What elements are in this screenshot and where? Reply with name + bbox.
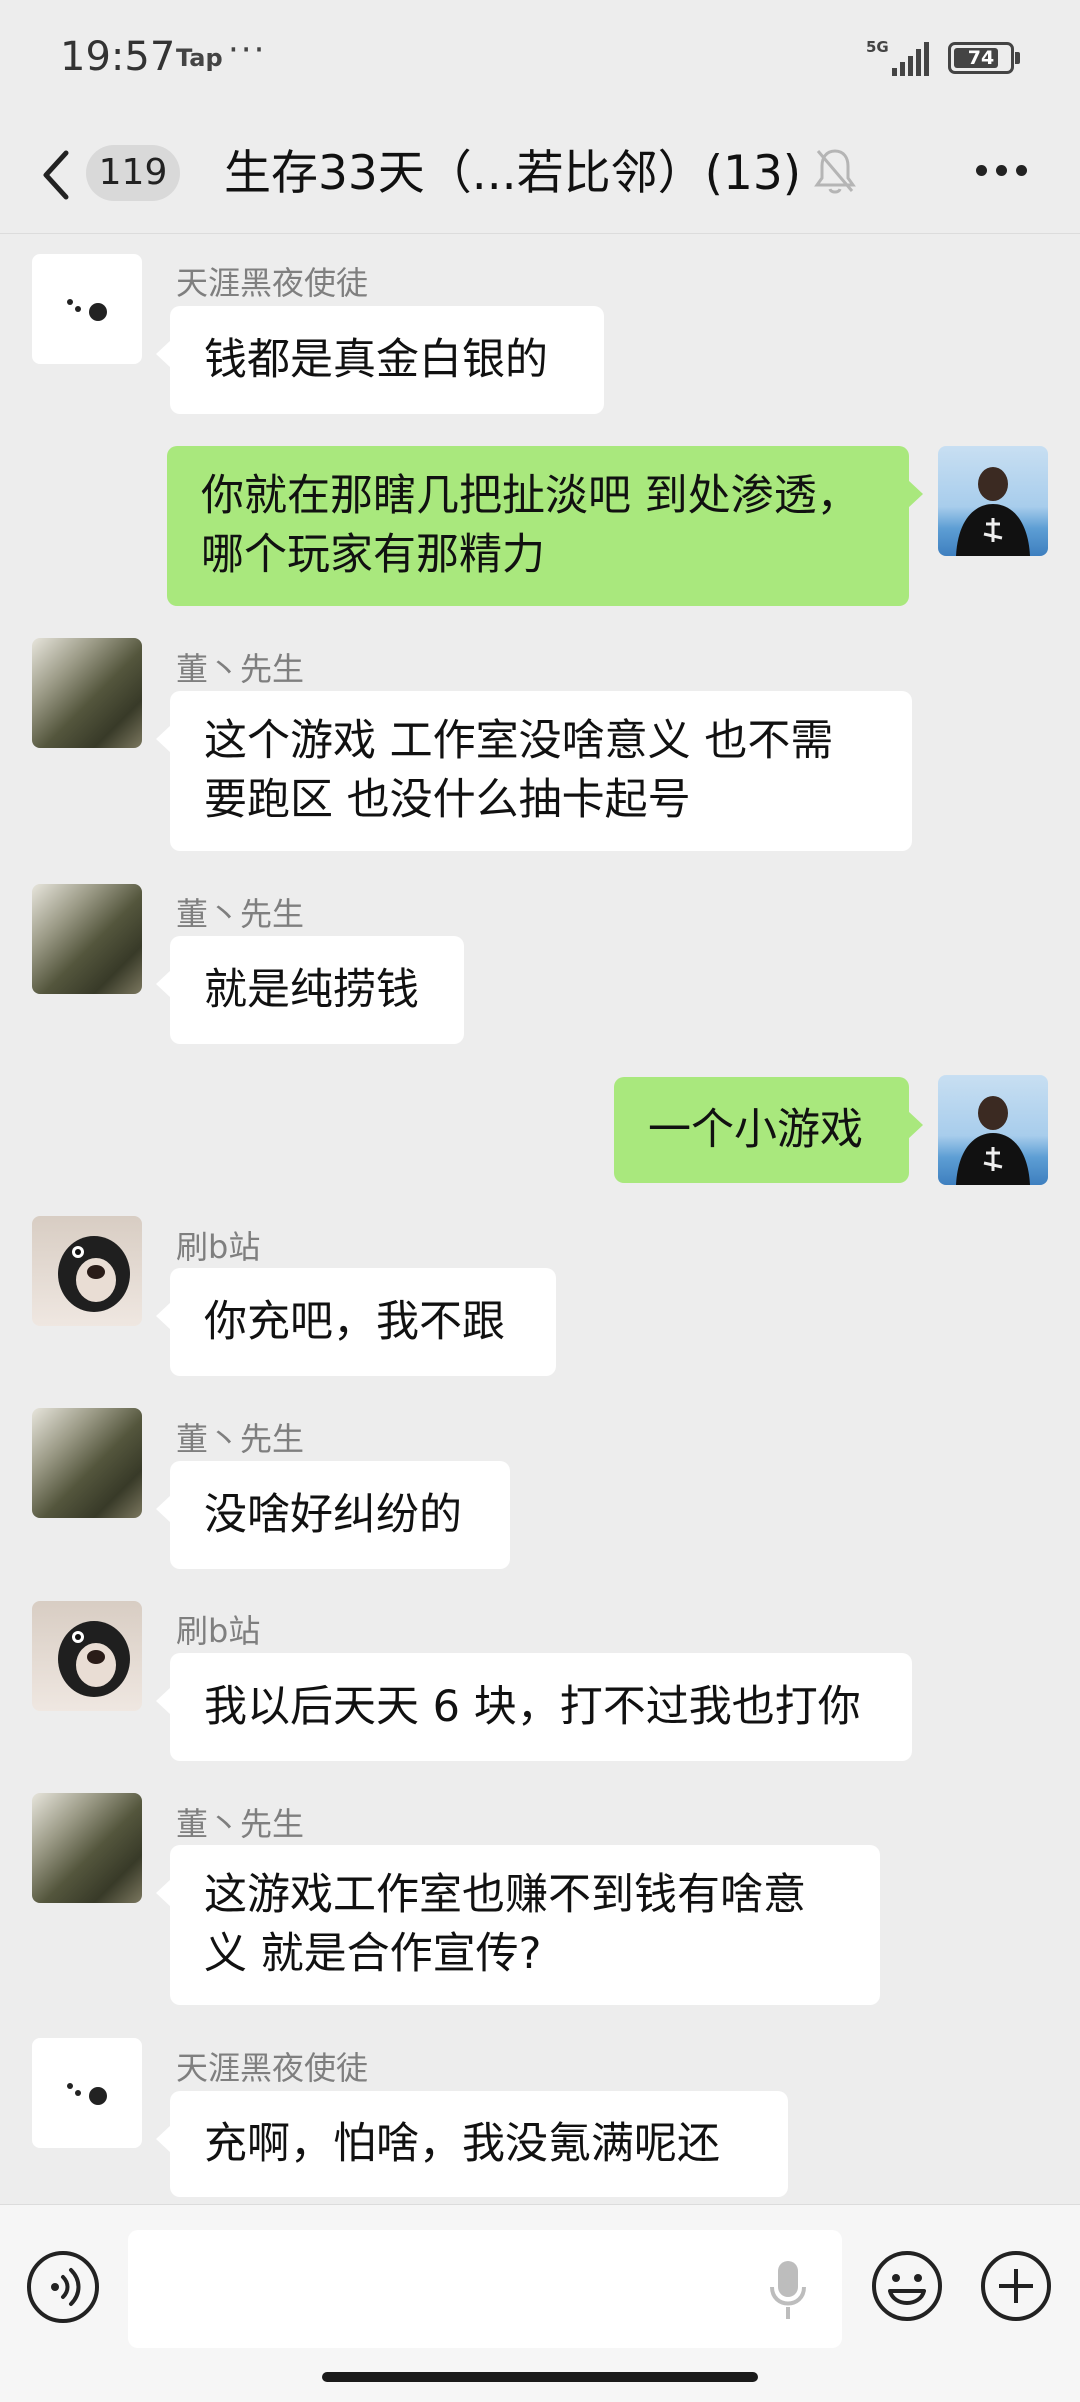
message-bubble[interactable]: 就是纯捞钱 [156,936,464,1044]
message-text: 义 就是合作宣传? [204,1929,542,1979]
message-bubble[interactable]: 充啊，怕啥，我没氪满呢还 [156,2091,788,2197]
sender-avatar[interactable] [32,638,142,748]
sender-name: 董丶先生 [176,1420,305,1458]
message-bubble[interactable]: 你充吧，我不跟 [156,1268,556,1376]
message-text: 一个小游戏 [648,1104,863,1155]
chat-title: 生存33天（...若比邻）(13) [224,146,802,201]
status-bar: 19:57 Tap ··· 5G 74 [0,0,1080,115]
emoji-icon[interactable] [870,2249,944,2323]
message-bubble[interactable]: 这游戏工作室也赚不到钱有啥意 义 就是合作宣传? [156,1845,880,2005]
sender-avatar[interactable] [32,1793,142,1903]
message-bubble[interactable]: 我以后天天 6 块，打不过我也打你 [156,1653,912,1761]
message-bubble[interactable]: 钱都是真金白银的 [156,306,604,414]
dog-avatar-image [58,1236,130,1312]
sender-name: 刷b站 [176,1612,261,1650]
message-text: 没啥好纠纷的 [204,1489,462,1540]
message-text: 这个游戏 工作室没啥意义 也不需 [204,716,834,766]
sender-name: 天涯黑夜使徒 [176,2049,369,2087]
self-avatar[interactable] [938,446,1048,556]
status-time: 19:57 [60,34,176,80]
microphone-icon[interactable] [768,2257,808,2323]
sender-avatar[interactable] [32,1408,142,1518]
message-bubble[interactable]: 这个游戏 工作室没啥意义 也不需 要跑区 也没什么抽卡起号 [156,691,912,851]
message-bubble[interactable]: 没啥好纠纷的 [156,1461,510,1569]
self-avatar-image [956,467,1030,556]
message-text: 充啊，怕啥，我没氪满呢还 [204,2118,720,2169]
sender-name: 董丶先生 [176,895,305,933]
battery-level: 74 [967,47,995,69]
sender-name: 刷b站 [176,1228,261,1266]
message-text: 这游戏工作室也赚不到钱有啥意 [204,1870,806,1920]
more-icon[interactable] [976,165,1028,179]
self-avatar[interactable] [938,1075,1048,1185]
sender-name: 天涯黑夜使徒 [176,264,369,302]
sender-name: 董丶先生 [176,650,305,688]
sender-name: 董丶先生 [176,1805,305,1843]
message-text: 我以后天天 6 块，打不过我也打你 [204,1681,861,1732]
message-input[interactable] [128,2230,842,2348]
home-indicator[interactable] [322,2372,758,2382]
sender-avatar[interactable] [32,2038,142,2148]
message-text: 钱都是真金白银的 [204,334,548,385]
battery-icon: 74 [948,42,1014,74]
sender-avatar[interactable] [32,884,142,994]
muted-bell-icon [814,149,856,194]
chat-header: 119 生存33天（...若比邻）(13) [0,115,1080,234]
taptap-notification-icon: Tap [176,44,223,72]
message-text: 就是纯捞钱 [204,964,419,1015]
more-notifications-icon: ··· [228,30,267,70]
message-bubble-sent[interactable]: 你就在那瞎几把扯淡吧 到处渗透， 哪个玩家有那精力 [167,446,923,606]
message-text: 你充吧，我不跟 [204,1296,505,1347]
signal-icon: 5G [866,38,929,76]
message-text: 你就在那瞎几把扯淡吧 到处渗透， [201,471,860,521]
sender-avatar[interactable] [32,1601,142,1711]
dog-avatar-image [58,1621,130,1697]
message-text: 要跑区 也没什么抽卡起号 [204,775,691,825]
message-text: 哪个玩家有那精力 [201,530,545,580]
voice-mode-icon[interactable] [27,2251,99,2323]
sender-avatar[interactable] [32,254,142,364]
dots-avatar-image [67,299,107,321]
back-arrow-icon[interactable] [36,145,76,205]
dots-avatar-image [67,2083,107,2105]
sender-avatar[interactable] [32,1216,142,1326]
unread-count-badge[interactable]: 119 [86,145,180,201]
message-bubble-sent[interactable]: 一个小游戏 [614,1077,923,1183]
plus-icon[interactable] [979,2249,1053,2323]
network-type-label: 5G [866,38,889,56]
input-bar [0,2204,1080,2402]
self-avatar-image [956,1096,1030,1185]
